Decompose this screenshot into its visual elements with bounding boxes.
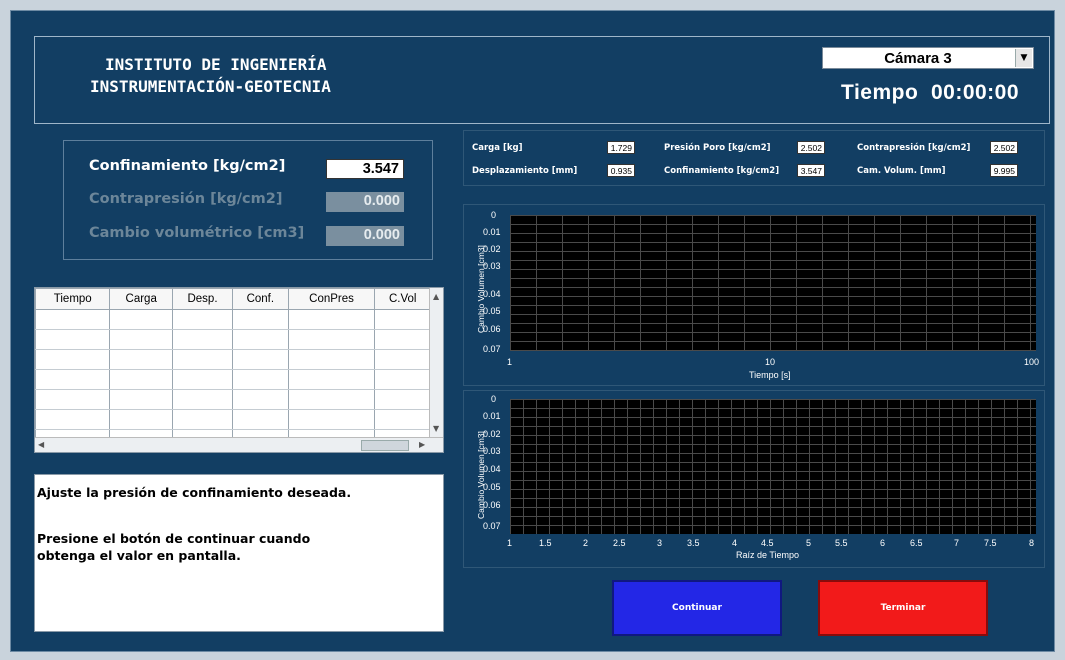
message-line1: Ajuste la presión de confinamiento desea… (37, 485, 352, 500)
graph2-xtick: 6.5 (910, 538, 923, 548)
graph2-xtick: 1.5 (539, 538, 552, 548)
graph1-xtick: 10 (765, 357, 776, 367)
table-row[interactable] (34, 369, 431, 390)
graph2-xtick: 1 (507, 538, 513, 548)
graph2-ytick: 0.01 (483, 411, 501, 421)
indicator-panel: Carga [kg] 1.729 Presión Poro [kg/cm2] 2… (463, 130, 1045, 186)
confinamiento-ind-value: 3.547 (797, 164, 825, 177)
contrapresion-ind-label: Contrapresión [kg/cm2] (857, 143, 971, 153)
graph1-ytick: 0 (491, 210, 497, 220)
carga-label: Carga [kg] (472, 143, 523, 153)
graph1-ytick: 0.02 (483, 244, 501, 254)
graph1-ytick: 0.06 (483, 324, 501, 334)
graph2-ytick: 0.04 (483, 464, 501, 474)
graph2-ytick: 0.03 (483, 446, 501, 456)
contrapresion-ind-value: 2.502 (990, 141, 1018, 154)
graph2-ytick: 0.06 (483, 500, 501, 510)
cam-volum-label: Cam. Volum. [mm] (857, 166, 946, 176)
horizontal-scrollbar[interactable]: ◀ ▶ (35, 437, 443, 452)
scroll-down-icon[interactable]: ▼ (433, 424, 439, 433)
presion-poro-label: Presión Poro [kg/cm2] (664, 143, 771, 153)
graph-volume-vs-time: Cambio Volumen [cm3] 0 0.01 0.02 0.03 0.… (463, 204, 1045, 386)
graph2-xtick: 4.5 (761, 538, 774, 548)
confinamiento-label: Confinamiento [kg/cm2] (89, 158, 286, 174)
graph2-xtick: 5 (806, 538, 812, 548)
message-line2: Presione el botón de continuar cuando (37, 531, 311, 546)
header-panel: INSTITUTO DE INGENIERÍA INSTRUMENTACIÓN-… (34, 36, 1050, 124)
graph2-xtick: 5.5 (835, 538, 848, 548)
control-panel: Confinamiento [kg/cm2] 3.547 Contrapresi… (63, 140, 433, 260)
graph2-xlabel: Raíz de Tiempo (736, 550, 800, 560)
graph1-ytick: 0.07 (483, 344, 501, 354)
contrapresion-input[interactable]: 0.000 (326, 192, 404, 212)
col-tiempo[interactable]: Tiempo (34, 288, 111, 310)
col-desp[interactable]: Desp. (171, 288, 234, 310)
confinamiento-ind-label: Confinamiento [kg/cm2] (664, 166, 780, 176)
instruction-message: Ajuste la presión de confinamiento desea… (34, 474, 444, 632)
cambio-volumetrico-input[interactable]: 0.000 (326, 226, 404, 246)
contrapresion-label: Contrapresión [kg/cm2] (89, 191, 283, 207)
department-title: INSTRUMENTACIÓN-GEOTECNIA (90, 77, 331, 96)
graph2-ytick: 0.07 (483, 521, 501, 531)
institute-title: INSTITUTO DE INGENIERÍA (105, 55, 327, 74)
desplazamiento-value: 0.935 (607, 164, 635, 177)
graph2-xtick: 2 (583, 538, 589, 548)
graph2-xtick: 2.5 (613, 538, 626, 548)
graph1-ytick: 0.01 (483, 227, 501, 237)
scroll-thumb[interactable] (361, 440, 409, 451)
camera-select-value: Cámara 3 (884, 50, 952, 67)
terminar-button[interactable]: Terminar (818, 580, 988, 636)
camera-select[interactable]: Cámara 3 ▼ (822, 47, 1034, 69)
table-row[interactable] (34, 309, 431, 330)
scroll-left-icon[interactable]: ◀ (38, 440, 44, 449)
col-conpres[interactable]: ConPres (287, 288, 376, 310)
message-line3: obtenga el valor en pantalla. (37, 548, 241, 563)
graph2-xtick: 7 (954, 538, 960, 548)
graph2-xtick: 6 (880, 538, 886, 548)
col-cvol[interactable]: C.Vol (374, 288, 431, 310)
table-row[interactable] (34, 349, 431, 370)
graph1-ytick: 0.05 (483, 306, 501, 316)
graph2-ytick: 0.02 (483, 429, 501, 439)
data-table[interactable]: Tiempo Carga Desp. Conf. ConPres C.Vol ▲… (34, 287, 444, 453)
confinamiento-input[interactable]: 3.547 (326, 159, 404, 179)
graph2-xtick: 4 (732, 538, 738, 548)
vertical-scrollbar[interactable]: ▲ ▼ (429, 288, 443, 438)
graph1-xtick: 1 (507, 357, 513, 367)
graph2-ytick: 0 (491, 394, 497, 404)
col-conf[interactable]: Conf. (232, 288, 289, 310)
graph1-ytick: 0.04 (483, 289, 501, 299)
continuar-button[interactable]: Continuar (612, 580, 782, 636)
graph1-plot-area[interactable] (510, 215, 1036, 351)
col-carga[interactable]: Carga (109, 288, 173, 310)
chevron-down-icon[interactable]: ▼ (1015, 49, 1032, 67)
cambio-volumetrico-label: Cambio volumétrico [cm3] (89, 225, 305, 241)
graph2-xtick: 3.5 (687, 538, 700, 548)
table-row[interactable] (34, 409, 431, 430)
scroll-right-icon[interactable]: ▶ (419, 440, 425, 449)
tiempo-label: Tiempo (841, 81, 919, 104)
desplazamiento-label: Desplazamiento [mm] (472, 166, 578, 176)
graph1-xtick: 100 (1024, 357, 1040, 367)
graph1-ytick: 0.03 (483, 261, 501, 271)
presion-poro-value: 2.502 (797, 141, 825, 154)
graph2-xtick: 8 (1029, 538, 1035, 548)
cam-volum-value: 9.995 (990, 164, 1018, 177)
table-row[interactable] (34, 329, 431, 350)
graph2-xtick: 7.5 (984, 538, 997, 548)
table-row[interactable] (34, 389, 431, 410)
carga-value: 1.729 (607, 141, 635, 154)
elapsed-time: Tiempo 00:00:00 (841, 81, 1019, 105)
tiempo-value: 00:00:00 (930, 81, 1020, 104)
graph-volume-vs-root-time: Cambio Volumen [cm3] 0 0.01 0.02 0.03 0.… (463, 390, 1045, 568)
graph2-xtick: 3 (657, 538, 663, 548)
graph1-xlabel: Tiempo [s] (749, 370, 791, 380)
graph2-ytick: 0.05 (483, 482, 501, 492)
graph2-plot-area[interactable] (510, 399, 1036, 534)
scroll-up-icon[interactable]: ▲ (433, 292, 439, 301)
